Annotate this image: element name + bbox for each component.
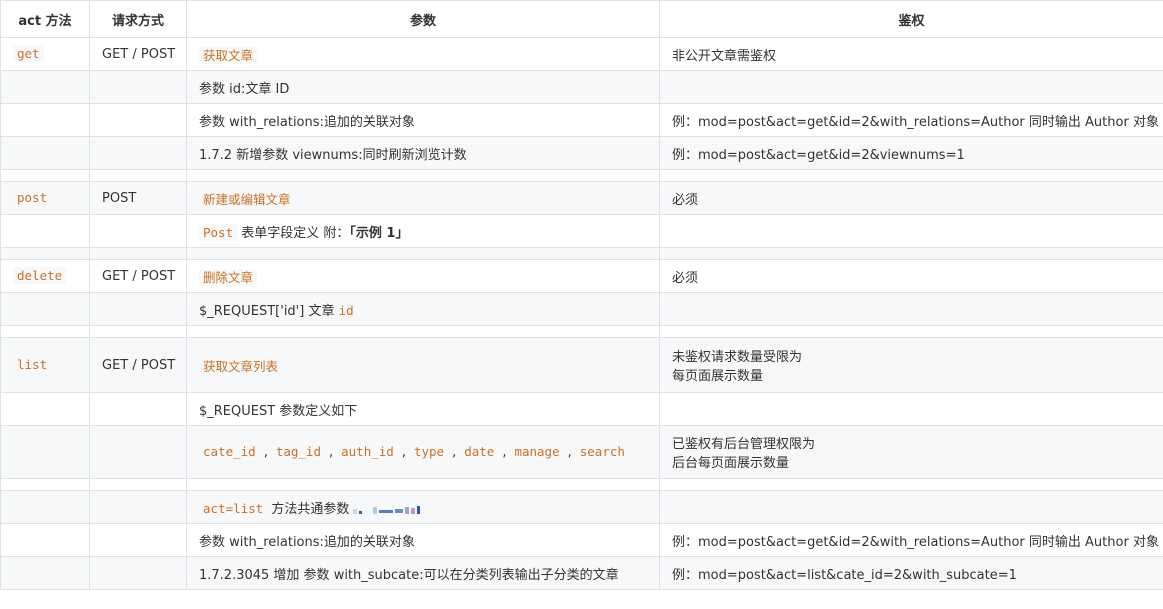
header-params: 参数 <box>186 0 660 38</box>
act-delete: delete <box>13 267 67 284</box>
auth-cell: 例：mod=post&act=get&id=2&with_relations=A… <box>659 523 1163 557</box>
param-cell: 参数 with_relations:追加的关联对象 <box>186 103 660 137</box>
code-auth-id: auth_id <box>337 443 398 460</box>
param-code: 删除文章 <box>199 268 258 286</box>
code-id: id <box>338 302 354 318</box>
spacer-row <box>0 325 1163 338</box>
spacer-row <box>0 247 1163 260</box>
act-list: list <box>13 356 52 373</box>
header-act: act 方法 <box>0 0 90 38</box>
auth-cell: 非公开文章需鉴权 <box>659 37 1163 71</box>
table-row: 1.7.2.3045 增加 参数 with_subcate:可以在分类列表输出子… <box>0 556 1163 590</box>
auth-cell: 例：mod=post&act=list&cate_id=2&with_subca… <box>659 556 1163 590</box>
example-link[interactable]: 「示例 1」 <box>349 226 408 241</box>
code-type: type <box>409 443 449 460</box>
api-table: act 方法 请求方式 参数 鉴权 get GET / POST 获取文章 非公… <box>0 0 1163 590</box>
blurred-artifact-icon <box>353 506 421 514</box>
table-row: cate_id, tag_id, auth_id, type, date, manage,… <box>0 425 1163 479</box>
table-row: 参数 with_relations:追加的关联对象 例：mod=post&act… <box>0 103 1163 137</box>
auth-cell: 未鉴权请求数量受限为 每页面展示数量 <box>659 337 1163 393</box>
param-cell: 参数 with_relations:追加的关联对象 <box>186 523 660 557</box>
param-cell: 1.7.2.3045 增加 参数 with_subcate:可以在分类列表输出子… <box>186 556 660 590</box>
code-tag-id: tag_id <box>271 443 325 460</box>
table-row: $_REQUEST['id'] 文章 id <box>0 292 1163 326</box>
auth-line: 已鉴权有后台管理权限为 <box>672 437 816 452</box>
param-text: $_REQUEST['id'] 文章 <box>199 303 339 319</box>
spacer-row <box>0 478 1163 491</box>
method-cell: GET / POST <box>89 37 187 71</box>
param-text: 表单字段定义 附： <box>237 225 350 241</box>
auth-cell: 例：mod=post&act=get&id=2&with_relations=A… <box>659 103 1163 137</box>
param-cell: $_REQUEST 参数定义如下 <box>186 392 660 426</box>
auth-line: 后台每页面展示数量 <box>672 456 790 471</box>
code-post: Post <box>199 223 238 241</box>
auth-line: 未鉴权请求数量受限为 <box>672 350 803 365</box>
code-cate-id: cate_id <box>199 443 260 460</box>
method-cell: GET / POST <box>89 259 187 293</box>
code-manage: manage <box>510 443 564 460</box>
auth-line: 每页面展示数量 <box>672 369 764 384</box>
param-cell: act=list 方法共通参数 <box>186 490 660 524</box>
param-cell: 1.7.2 新增参数 viewnums:同时刷新浏览计数 <box>186 136 660 170</box>
param-text: 方法共通参数 <box>267 501 350 517</box>
spacer-row <box>0 169 1163 182</box>
table-row: list GET / POST 获取文章列表 未鉴权请求数量受限为 每页面展示数量 <box>0 337 1163 393</box>
auth-cell: 必须 <box>659 181 1163 215</box>
table-row: $_REQUEST 参数定义如下 <box>0 392 1163 426</box>
auth-cell: 例：mod=post&act=get&id=2&viewnums=1 <box>659 136 1163 170</box>
param-cell: Post 表单字段定义 附：「示例 1」 <box>186 214 660 248</box>
auth-cell: 已鉴权有后台管理权限为 后台每页面展示数量 <box>659 425 1163 479</box>
table-row: act=list 方法共通参数 <box>0 490 1163 524</box>
method-cell: POST <box>89 181 187 215</box>
table-row: 1.7.2 新增参数 viewnums:同时刷新浏览计数 例：mod=post&… <box>0 136 1163 170</box>
table-row: get GET / POST 获取文章 非公开文章需鉴权 <box>0 37 1163 71</box>
param-code: 获取文章列表 <box>199 357 283 375</box>
table-row: delete GET / POST 删除文章 必须 <box>0 259 1163 293</box>
table-row: 参数 id:文章 ID <box>0 70 1163 104</box>
param-cell: cate_id, tag_id, auth_id, type, date, manage,… <box>186 425 660 479</box>
table-row: post POST 新建或编辑文章 必须 <box>0 181 1163 215</box>
param-code: 获取文章 <box>199 46 258 64</box>
param-code: 新建或编辑文章 <box>199 190 295 208</box>
code-search: search <box>575 443 629 460</box>
code-act-list: act=list <box>199 499 268 517</box>
table-row: 参数 with_relations:追加的关联对象 例：mod=post&act… <box>0 523 1163 557</box>
act-post: post <box>13 189 52 206</box>
header-method: 请求方式 <box>89 0 187 38</box>
header-row: act 方法 请求方式 参数 鉴权 <box>0 0 1163 38</box>
param-cell: $_REQUEST['id'] 文章 id <box>186 292 660 326</box>
act-get: get <box>13 45 44 62</box>
table-row: Post 表单字段定义 附：「示例 1」 <box>0 214 1163 248</box>
code-date: date <box>460 443 499 460</box>
method-cell: GET / POST <box>89 337 187 393</box>
header-auth: 鉴权 <box>659 0 1163 38</box>
param-cell: 参数 id:文章 ID <box>186 70 660 104</box>
auth-cell: 必须 <box>659 259 1163 293</box>
